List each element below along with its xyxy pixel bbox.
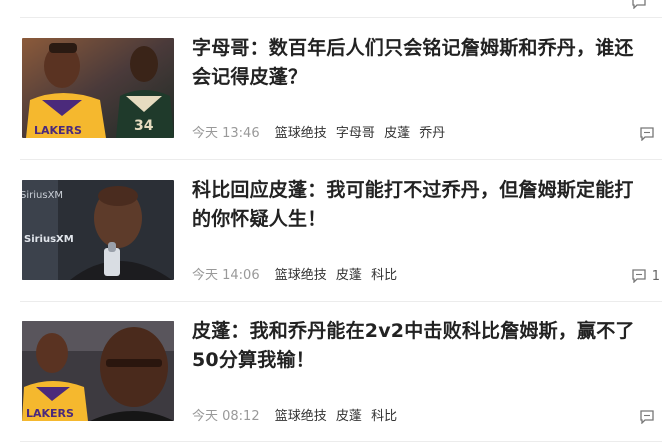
article-thumbnail[interactable]: LAKERS (22, 321, 174, 421)
article-meta: 今天 13:46 篮球绝技 字母哥 皮蓬 乔丹 (192, 125, 450, 143)
comment-button[interactable] (639, 126, 660, 142)
thumb-text: LAKERS (26, 407, 74, 420)
article-tag[interactable]: 科比 (371, 409, 397, 424)
thumb-text: LAKERS (34, 124, 82, 137)
divider (20, 441, 662, 442)
comment-icon[interactable] (631, 0, 647, 13)
article-tag[interactable]: 科比 (371, 268, 397, 283)
comment-icon[interactable] (631, 269, 647, 283)
article-tag[interactable]: 皮蓬 (336, 409, 362, 424)
article-meta: 今天 08:12 篮球绝技 皮蓬 科比 (192, 408, 402, 426)
comment-button[interactable]: 1 (631, 268, 660, 284)
article-title[interactable]: 皮蓬：我和乔丹能在2v2中击败科比詹姆斯，赢不了50分算我输！ (192, 317, 647, 375)
article-tag[interactable]: 字母哥 (336, 126, 375, 141)
divider (20, 17, 662, 18)
article-tag[interactable]: 篮球绝技 (275, 409, 327, 424)
comment-icon[interactable] (639, 410, 655, 424)
news-feed: LAKERS 34 字母哥：数百年后人们只会铭记詹姆斯和乔丹，谁还会记得皮蓬？ … (0, 0, 669, 444)
comment-count: 1 (651, 268, 660, 284)
article-time: 今天 08:12 (192, 409, 260, 424)
article-tag[interactable]: 皮蓬 (336, 268, 362, 283)
comment-icon[interactable] (639, 127, 655, 141)
article-time: 今天 14:06 (192, 268, 260, 283)
article-time: 今天 13:46 (192, 126, 260, 141)
thumb-text: SiriusXM (22, 190, 63, 201)
divider (20, 301, 662, 302)
list-item[interactable]: LAKERS 34 字母哥：数百年后人们只会铭记詹姆斯和乔丹，谁还会记得皮蓬？ … (22, 37, 662, 143)
article-tag[interactable]: 乔丹 (419, 126, 445, 141)
divider (20, 159, 662, 160)
article-title[interactable]: 字母哥：数百年后人们只会铭记詹姆斯和乔丹，谁还会记得皮蓬？ (192, 34, 647, 92)
list-item[interactable]: LAKERS 皮蓬：我和乔丹能在2v2中击败科比詹姆斯，赢不了50分算我输！ 今… (22, 320, 662, 426)
article-thumbnail[interactable]: LAKERS 34 (22, 38, 174, 138)
thumb-text: SiriusXM (24, 234, 74, 245)
article-tag[interactable]: 篮球绝技 (275, 126, 327, 141)
list-item[interactable]: SiriusXM SiriusXM 科比回应皮蓬：我可能打不过乔丹，但詹姆斯定能… (22, 179, 662, 285)
comment-button[interactable] (639, 409, 660, 425)
article-meta: 今天 14:06 篮球绝技 皮蓬 科比 (192, 267, 402, 285)
thumb-jersey-number: 34 (134, 118, 154, 134)
article-title[interactable]: 科比回应皮蓬：我可能打不过乔丹，但詹姆斯定能打的你怀疑人生！ (192, 176, 647, 234)
article-tag[interactable]: 篮球绝技 (275, 268, 327, 283)
article-thumbnail[interactable]: SiriusXM SiriusXM (22, 180, 174, 280)
article-tag[interactable]: 皮蓬 (384, 126, 410, 141)
